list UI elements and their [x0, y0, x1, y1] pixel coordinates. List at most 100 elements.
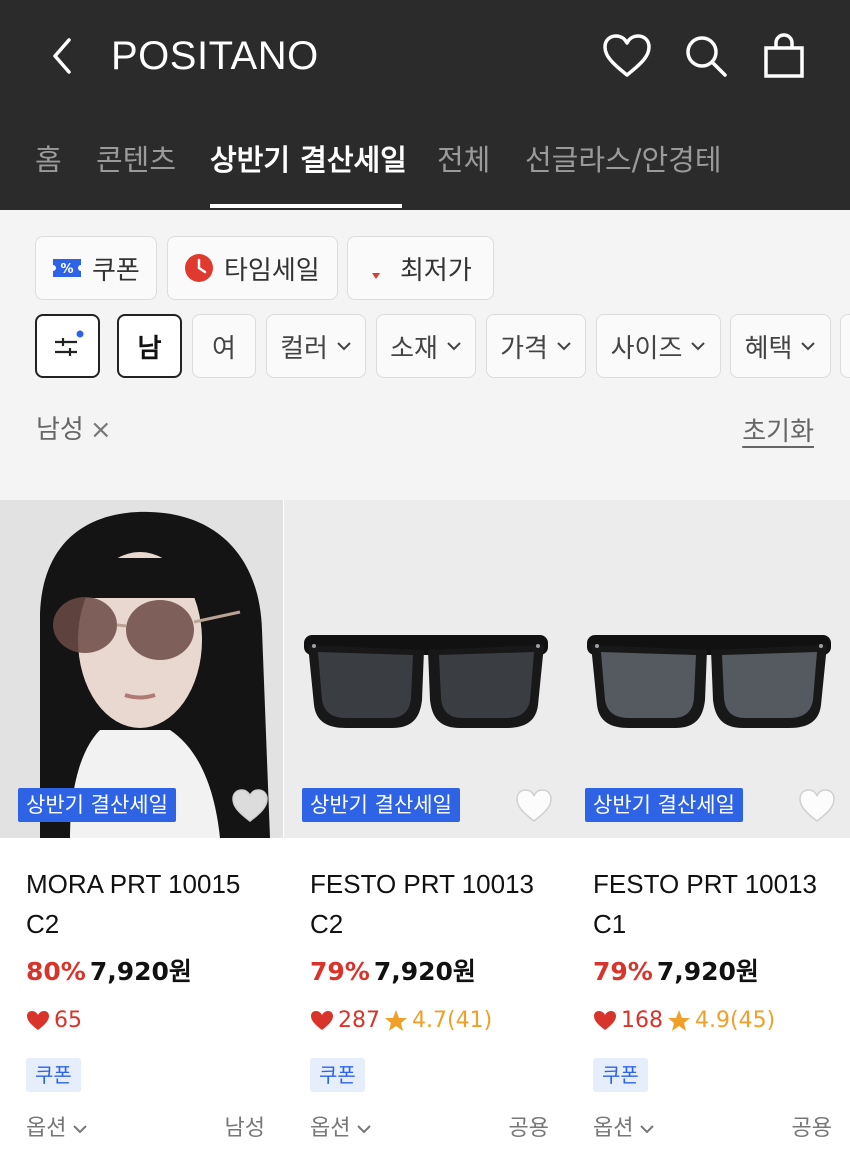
- product-stats: 168 4.9(45): [593, 1006, 775, 1036]
- sale-badge: 상반기 결산세일: [585, 788, 743, 822]
- brand-logo[interactable]: POSITANO: [111, 30, 319, 82]
- filter-female[interactable]: 여: [192, 314, 256, 378]
- chevron-down-icon: [356, 1124, 372, 1134]
- sale-badge: 상반기 결산세일: [302, 788, 460, 822]
- product-price: 79% 7,920원: [310, 952, 476, 992]
- coupon-icon: %: [52, 257, 82, 279]
- coupon-tag: 쿠폰: [26, 1058, 81, 1092]
- tab-sunglasses[interactable]: 선글라스/안경테: [525, 140, 722, 180]
- discount-rate: 79%: [310, 957, 370, 986]
- active-tab-indicator: [210, 204, 402, 208]
- reset-filters-button[interactable]: 초기화: [742, 412, 814, 452]
- filter-male[interactable]: 남: [117, 314, 182, 378]
- category-tabs: 홈 콘텐츠 상반기 결산세일 전체 선글라스/안경테: [0, 130, 850, 210]
- tab-home[interactable]: 홈: [35, 140, 62, 180]
- product-card[interactable]: 상반기 결산세일 FESTO PRT 10013 C2 79% 7,920원 28…: [284, 500, 567, 1163]
- heart-icon: [232, 789, 268, 822]
- down-arrow-icon: [370, 253, 382, 283]
- product-price: 79% 7,920원: [593, 952, 759, 992]
- wishlist-button[interactable]: [601, 30, 653, 82]
- filter-label: 소재: [390, 333, 438, 364]
- chevron-down-icon: [690, 341, 706, 351]
- heart-icon: [516, 789, 552, 822]
- filter-price[interactable]: 가격: [486, 314, 586, 378]
- applied-filter-tag[interactable]: 남성 ×: [36, 410, 112, 450]
- product-card[interactable]: 상반기 결산세일 MORA PRT 10015 C2 80% 7,920원 65 …: [0, 500, 283, 1163]
- wishlist-toggle[interactable]: [231, 788, 269, 826]
- star-icon: [667, 1009, 691, 1033]
- heart-icon: [594, 1011, 616, 1030]
- option-dropdown[interactable]: 옵션: [593, 1114, 655, 1144]
- like-count: 65: [54, 1008, 82, 1033]
- search-icon: [686, 36, 727, 77]
- gender-label: 공용: [791, 1116, 832, 1141]
- option-label: 옵션: [310, 1116, 351, 1141]
- filter-color[interactable]: 컬러: [266, 314, 366, 378]
- coupon-filter-chip[interactable]: % 쿠폰: [35, 236, 157, 300]
- chevron-down-icon: [639, 1124, 655, 1134]
- shopping-bag-icon: [764, 33, 804, 78]
- tab-sale[interactable]: 상반기 결산세일: [210, 140, 407, 180]
- wishlist-toggle[interactable]: [798, 788, 836, 826]
- sale-price: 7,920원: [373, 957, 476, 986]
- chevron-down-icon: [556, 341, 572, 351]
- filter-more-partial[interactable]: [840, 314, 850, 378]
- chip-label: 쿠폰: [92, 255, 140, 286]
- product-image[interactable]: 상반기 결산세일: [284, 500, 567, 838]
- chevron-down-icon: [336, 341, 352, 351]
- rating-score: 4.9(45): [695, 1008, 776, 1033]
- remove-filter-icon[interactable]: ×: [90, 415, 112, 445]
- timesale-filter-chip[interactable]: 타임세일: [167, 236, 338, 300]
- product-stats: 287 4.7(41): [310, 1006, 492, 1036]
- chevron-left-icon: [53, 38, 71, 74]
- filter-label: 사이즈: [610, 333, 683, 364]
- chevron-down-icon: [446, 341, 462, 351]
- discount-rate: 79%: [593, 957, 653, 986]
- product-card[interactable]: 상반기 결산세일 FESTO PRT 10013 C1 79% 7,920원 16…: [567, 500, 850, 1163]
- coupon-tag: 쿠폰: [593, 1058, 648, 1092]
- product-price: 80% 7,920원: [26, 952, 192, 992]
- gender-label: 공용: [508, 1116, 549, 1141]
- heart-icon: [311, 1011, 333, 1030]
- tab-contents[interactable]: 콘텐츠: [96, 140, 176, 180]
- star-icon: [384, 1009, 408, 1033]
- back-button[interactable]: [40, 34, 84, 78]
- option-dropdown[interactable]: 옵션: [26, 1114, 88, 1144]
- sale-badge: 상반기 결산세일: [18, 788, 176, 822]
- product-image[interactable]: 상반기 결산세일: [567, 500, 850, 838]
- filter-material[interactable]: 소재: [376, 314, 476, 378]
- filter-size[interactable]: 사이즈: [596, 314, 721, 378]
- sale-price: 7,920원: [89, 957, 192, 986]
- filter-label: 가격: [500, 333, 548, 364]
- clock-icon: [184, 253, 214, 283]
- applied-filter-label: 남성: [36, 415, 84, 445]
- heart-icon: [603, 34, 651, 77]
- lowest-price-filter-chip[interactable]: 최저가: [347, 236, 494, 300]
- filter-settings-button[interactable]: [35, 314, 100, 378]
- chevron-down-icon: [800, 341, 816, 351]
- heart-icon: [27, 1011, 49, 1030]
- option-label: 옵션: [593, 1116, 634, 1141]
- filter-label: 혜택: [744, 333, 793, 364]
- tab-all[interactable]: 전체: [437, 140, 490, 180]
- product-image[interactable]: 상반기 결산세일: [0, 500, 283, 838]
- filter-panel: % 쿠폰 타임세일 최저가 남 여 컬러 소재 가격 사이즈 혜택 남성 × 초…: [0, 210, 850, 500]
- like-count: 168: [621, 1008, 663, 1033]
- rating-score: 4.7(41): [412, 1008, 493, 1033]
- discount-rate: 80%: [26, 957, 86, 986]
- cart-button[interactable]: [758, 30, 810, 82]
- search-button[interactable]: [680, 30, 732, 82]
- top-header: POSITANO 홈 콘텐츠 상반기 결산세일 전체 선글라스/안경테: [0, 0, 850, 210]
- option-label: 옵션: [26, 1116, 67, 1141]
- gender-label: 남성: [224, 1116, 265, 1141]
- product-stats: 65: [26, 1006, 82, 1036]
- product-name[interactable]: FESTO PRT 10013 C1: [593, 864, 843, 944]
- product-name[interactable]: FESTO PRT 10013 C2: [310, 864, 560, 944]
- option-dropdown[interactable]: 옵션: [310, 1114, 372, 1144]
- product-name[interactable]: MORA PRT 10015 C2: [26, 864, 276, 944]
- heart-icon: [799, 789, 835, 822]
- chip-label: 타임세일: [224, 255, 320, 286]
- filter-benefit[interactable]: 혜택: [730, 314, 831, 378]
- wishlist-toggle[interactable]: [515, 788, 553, 826]
- like-count: 287: [338, 1008, 380, 1033]
